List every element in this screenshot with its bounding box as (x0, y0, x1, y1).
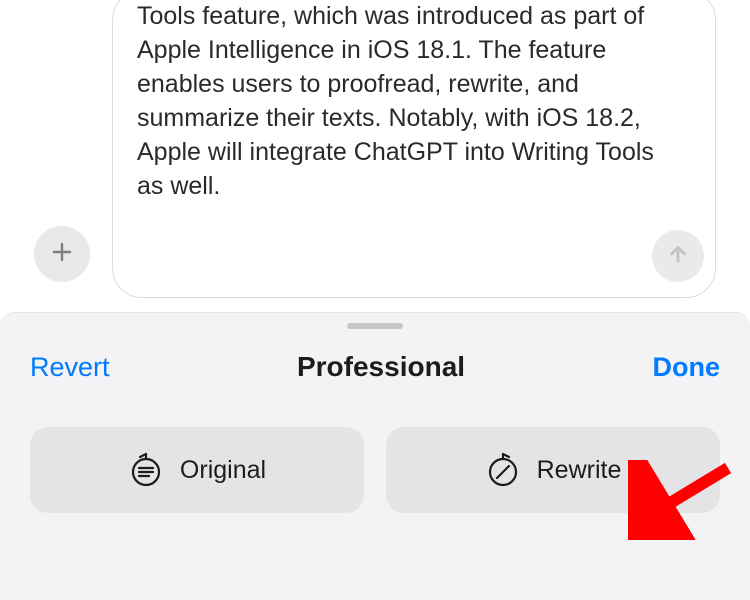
message-input[interactable]: Tools feature, which was introduced as p… (112, 0, 716, 298)
done-button[interactable]: Done (653, 352, 721, 383)
arrow-up-icon (667, 243, 689, 270)
plus-icon (50, 240, 74, 269)
rewrite-label: Rewrite (537, 456, 622, 485)
add-button[interactable] (34, 226, 90, 282)
document-revert-icon (128, 452, 164, 488)
original-label: Original (180, 456, 266, 485)
panel-buttons: Original Rewrite (0, 383, 750, 513)
panel-header: Revert Professional Done (0, 329, 750, 383)
message-text: Tools feature, which was introduced as p… (137, 2, 654, 200)
rewrite-button[interactable]: Rewrite (386, 427, 720, 513)
send-button[interactable] (652, 230, 704, 282)
writing-tools-panel: Revert Professional Done Original (0, 312, 750, 600)
compose-area: Tools feature, which was introduced as p… (0, 0, 750, 312)
revert-button[interactable]: Revert (30, 352, 110, 383)
rewrite-icon (485, 452, 521, 488)
original-button[interactable]: Original (30, 427, 364, 513)
panel-title: Professional (297, 351, 465, 383)
